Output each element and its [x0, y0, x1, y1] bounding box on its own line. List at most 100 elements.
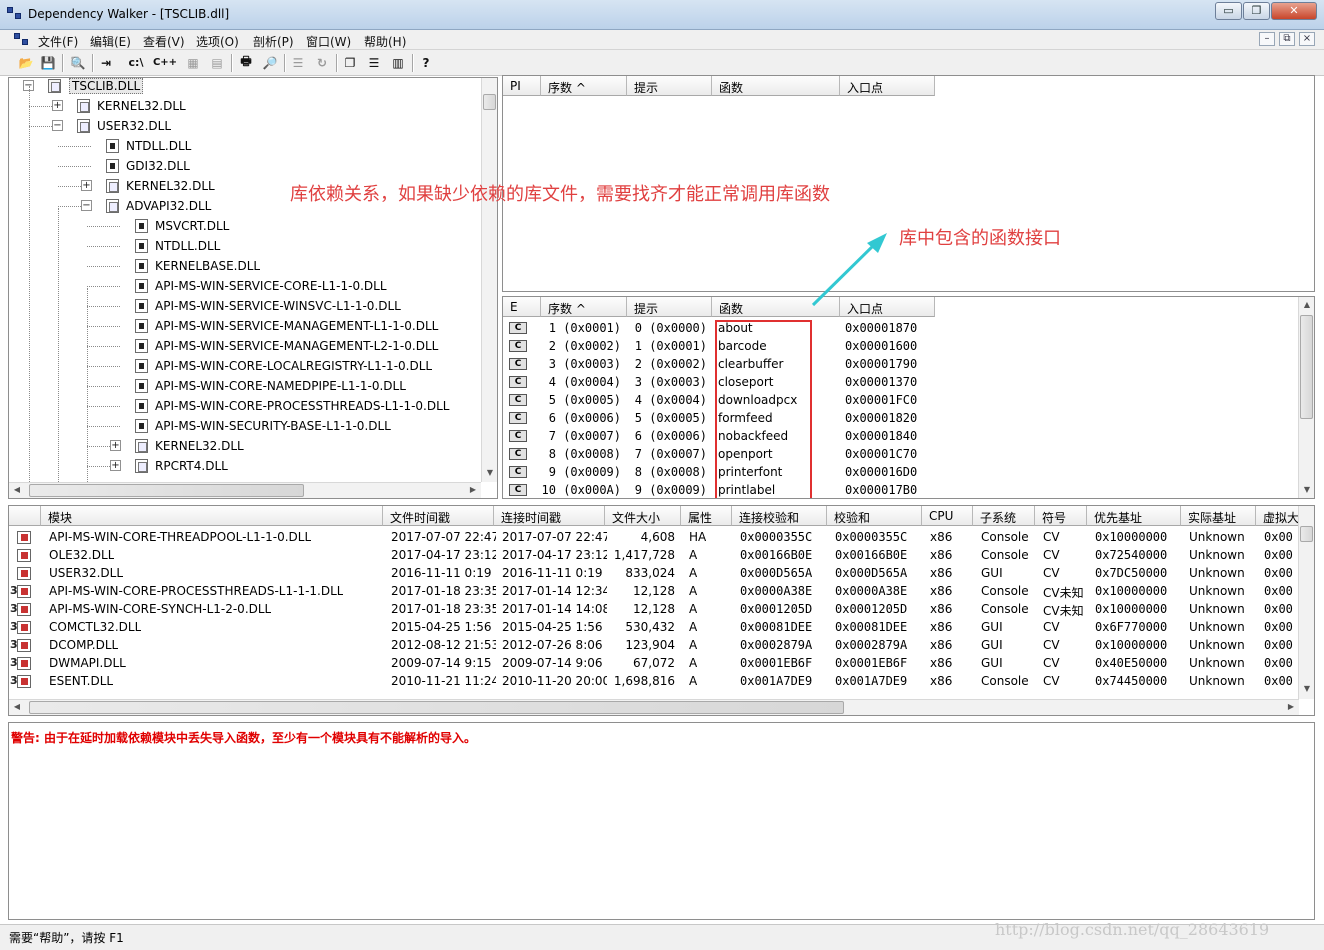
export-row[interactable]: C1 (0x0001) 0 (0x0000) about 0x00001870	[503, 319, 1298, 337]
col-checksum[interactable]: 校验和	[827, 506, 922, 526]
properties-icon[interactable]: ▤	[207, 53, 227, 72]
configure-icon[interactable]: ☰	[288, 53, 308, 72]
full-paths-icon[interactable]: c:\	[124, 53, 148, 72]
module-row[interactable]: API-MS-WIN-CORE-SYNCH-L1-2-0.DLL 2017-01-…	[9, 600, 1299, 618]
scroll-down-arrow-icon[interactable]: ▼	[1299, 684, 1314, 693]
expand-icon[interactable]: +	[110, 460, 121, 471]
col-link-checksum[interactable]: 连接校验和	[732, 506, 827, 526]
col-icon[interactable]	[9, 506, 41, 526]
exports-vscroll-thumb[interactable]	[1300, 315, 1313, 419]
restore-button[interactable]: ❐	[1243, 2, 1270, 20]
tree-item[interactable]: API-MS-WIN-SERVICE-CORE-L1-1-0.DLL	[9, 276, 479, 296]
col-pref-base[interactable]: 优先基址	[1087, 506, 1181, 526]
tree-item[interactable]: NTDLL.DLL	[9, 136, 479, 156]
export-row[interactable]: C5 (0x0005) 4 (0x0004) downloadpcx 0x00001F…	[503, 391, 1298, 409]
exports-list[interactable]: C1 (0x0001) 0 (0x0000) about 0x00001870 C 2 (…	[503, 319, 1298, 498]
tree-item[interactable]: NTDLL.DLL	[9, 236, 479, 256]
modules-vscroll-thumb[interactable]	[1300, 526, 1313, 542]
col-attr[interactable]: 属性	[681, 506, 732, 526]
mdi-close-button[interactable]: ×	[1299, 32, 1315, 46]
module-list-panel[interactable]: 模块 文件时间戳 连接时间戳 文件大小 属性 连接校验和 校验和 CPU 子系统 符号 优先基址 实际…	[8, 505, 1315, 716]
expand-icon[interactable]: +	[81, 180, 92, 191]
tree-item[interactable]: API-MS-WIN-SERVICE-MANAGEMENT-L1-1-0.DLL	[9, 316, 479, 336]
col-ordinal[interactable]: 序数 ^	[541, 297, 627, 317]
scroll-left-arrow-icon[interactable]: ◀	[9, 702, 25, 711]
col-actual-base[interactable]: 实际基址	[1181, 506, 1256, 526]
find-icon[interactable]: 🔍	[68, 53, 88, 72]
tree-item[interactable]: API-MS-WIN-CORE-PROCESSTHREADS-L1-1-0.DL…	[9, 396, 479, 416]
export-row[interactable]: C4 (0x0004) 3 (0x0003) closeport 0x00001370	[503, 373, 1298, 391]
module-row[interactable]: API-MS-WIN-CORE-PROCESSTHREADS-L1-1-1.DL…	[9, 582, 1299, 600]
modules-horizontal-scrollbar[interactable]: ◀ ▶	[9, 699, 1299, 715]
col-e[interactable]: E	[503, 297, 541, 317]
undecorate-cpp-icon[interactable]: C++	[153, 53, 177, 72]
menu-profile[interactable]: 剖析(P)	[253, 33, 294, 50]
menu-help[interactable]: 帮助(H)	[364, 33, 406, 50]
tile-horizontal-icon[interactable]: ☰	[364, 53, 384, 72]
module-row[interactable]: DCOMP.DLL 2012-08-12 21:53 2012-07-26 8:06…	[9, 636, 1299, 654]
scroll-up-arrow-icon[interactable]: ▲	[1299, 300, 1314, 309]
open-icon[interactable]: 📂	[16, 53, 36, 72]
module-row[interactable]: OLE32.DLL 2017-04-17 23:12 2017-04-17 23:1…	[9, 546, 1299, 564]
exports-vertical-scrollbar[interactable]: ▲ ▼	[1298, 297, 1314, 498]
modules-hscroll-thumb[interactable]	[29, 701, 844, 714]
log-panel[interactable]: 警告: 由于在延时加载依赖模块中丢失导入函数，至少有一个模块具有不能解析的导入。	[8, 722, 1315, 920]
export-row[interactable]: C3 (0x0003) 2 (0x0002) clearbuffer 0x000017…	[503, 355, 1298, 373]
tree-item[interactable]: + KERNEL32.DLL	[9, 436, 479, 456]
export-row[interactable]: C2 (0x0002) 1 (0x0001) barcode 0x00001600	[503, 337, 1298, 355]
export-row[interactable]: C7 (0x0007) 6 (0x0006) nobackfeed 0x0000184…	[503, 427, 1298, 445]
col-ordinal[interactable]: 序数 ^	[541, 76, 627, 96]
menu-options[interactable]: 选项(O)	[196, 33, 239, 50]
col-link-time[interactable]: 连接时间戳	[494, 506, 605, 526]
tree-item[interactable]: − TSCLIB.DLL	[9, 78, 479, 96]
mdi-doc-icon[interactable]	[14, 33, 30, 47]
module-list[interactable]: API-MS-WIN-CORE-THREADPOOL-L1-1-0.DLL 201…	[9, 528, 1299, 698]
external-viewer-icon[interactable]: 🔎	[260, 53, 280, 72]
col-hint[interactable]: 提示	[627, 297, 712, 317]
refresh-icon[interactable]: ↻	[312, 53, 332, 72]
auto-expand-icon[interactable]: ⇥	[96, 53, 116, 72]
tree-item[interactable]: + KERNEL32.DLL	[9, 96, 479, 116]
tree-item[interactable]: − USER32.DLL	[9, 116, 479, 136]
col-pi[interactable]: PI	[503, 76, 541, 96]
tree-item[interactable]: + RPCRT4.DLL	[9, 456, 479, 476]
export-row[interactable]: C 10 (0x000A) 9 (0x0009) printlabel 0x000017…	[503, 481, 1298, 498]
mdi-restore-button[interactable]: ⧉	[1279, 32, 1295, 46]
tree-item[interactable]: MSVCRT.DLL	[9, 216, 479, 236]
module-row[interactable]: USER32.DLL 2016-11-11 0:19 2016-11-11 0:19…	[9, 564, 1299, 582]
dependency-tree[interactable]: − TSCLIB.DLL + KERNEL32.DLL − USER32.DLL NTDLL…	[9, 78, 481, 482]
menu-window[interactable]: 窗口(W)	[306, 33, 351, 50]
col-function[interactable]: 函数	[712, 76, 840, 96]
scroll-left-arrow-icon[interactable]: ◀	[9, 485, 25, 494]
collapse-icon[interactable]: −	[81, 200, 92, 211]
tree-item[interactable]: API-MS-WIN-CORE-LOCALREGISTRY-L1-1-0.DLL	[9, 356, 479, 376]
help-icon[interactable]: ?	[416, 53, 436, 72]
tree-vscroll-thumb[interactable]	[483, 94, 496, 110]
exports-panel[interactable]: E 序数 ^ 提示 函数 入口点 C1 (0x0001) 0 (0x0000) ab…	[502, 296, 1315, 499]
tree-item[interactable]: API-MS-WIN-SERVICE-MANAGEMENT-L2-1-0.DLL	[9, 336, 479, 356]
expand-icon[interactable]: +	[110, 440, 121, 451]
tree-horizontal-scrollbar[interactable]: ◀ ▶	[9, 482, 481, 498]
save-icon[interactable]: 💾	[38, 53, 58, 72]
collapse-icon[interactable]: −	[52, 120, 63, 131]
col-module[interactable]: 模块	[41, 506, 383, 526]
col-symbols[interactable]: 符号	[1035, 506, 1087, 526]
scroll-down-arrow-icon[interactable]: ▼	[1299, 485, 1314, 494]
col-entry-point[interactable]: 入口点	[840, 76, 935, 96]
tree-item[interactable]: GDI32.DLL	[9, 156, 479, 176]
system-info-icon[interactable]: 🖶	[236, 53, 256, 72]
tree-vertical-scrollbar[interactable]: ▼	[481, 78, 497, 482]
expand-icon[interactable]: +	[52, 100, 63, 111]
minimize-button[interactable]: ▭	[1215, 2, 1242, 20]
cascade-icon[interactable]: ❐	[340, 53, 360, 72]
mdi-minimize-button[interactable]: –	[1259, 32, 1275, 46]
col-size[interactable]: 文件大小	[605, 506, 681, 526]
menu-view[interactable]: 查看(V)	[143, 33, 185, 50]
export-row[interactable]: C9 (0x0009) 8 (0x0008) printerfont 0x000016…	[503, 463, 1298, 481]
close-button[interactable]: ✕	[1271, 2, 1317, 20]
export-row[interactable]: C6 (0x0006) 5 (0x0005) formfeed 0x00001820	[503, 409, 1298, 427]
scroll-right-arrow-icon[interactable]: ▶	[465, 485, 481, 494]
export-row[interactable]: C8 (0x0008) 7 (0x0007) openport 0x00001C70	[503, 445, 1298, 463]
scroll-down-arrow-icon[interactable]: ▼	[482, 468, 497, 477]
menu-edit[interactable]: 编辑(E)	[90, 33, 131, 50]
